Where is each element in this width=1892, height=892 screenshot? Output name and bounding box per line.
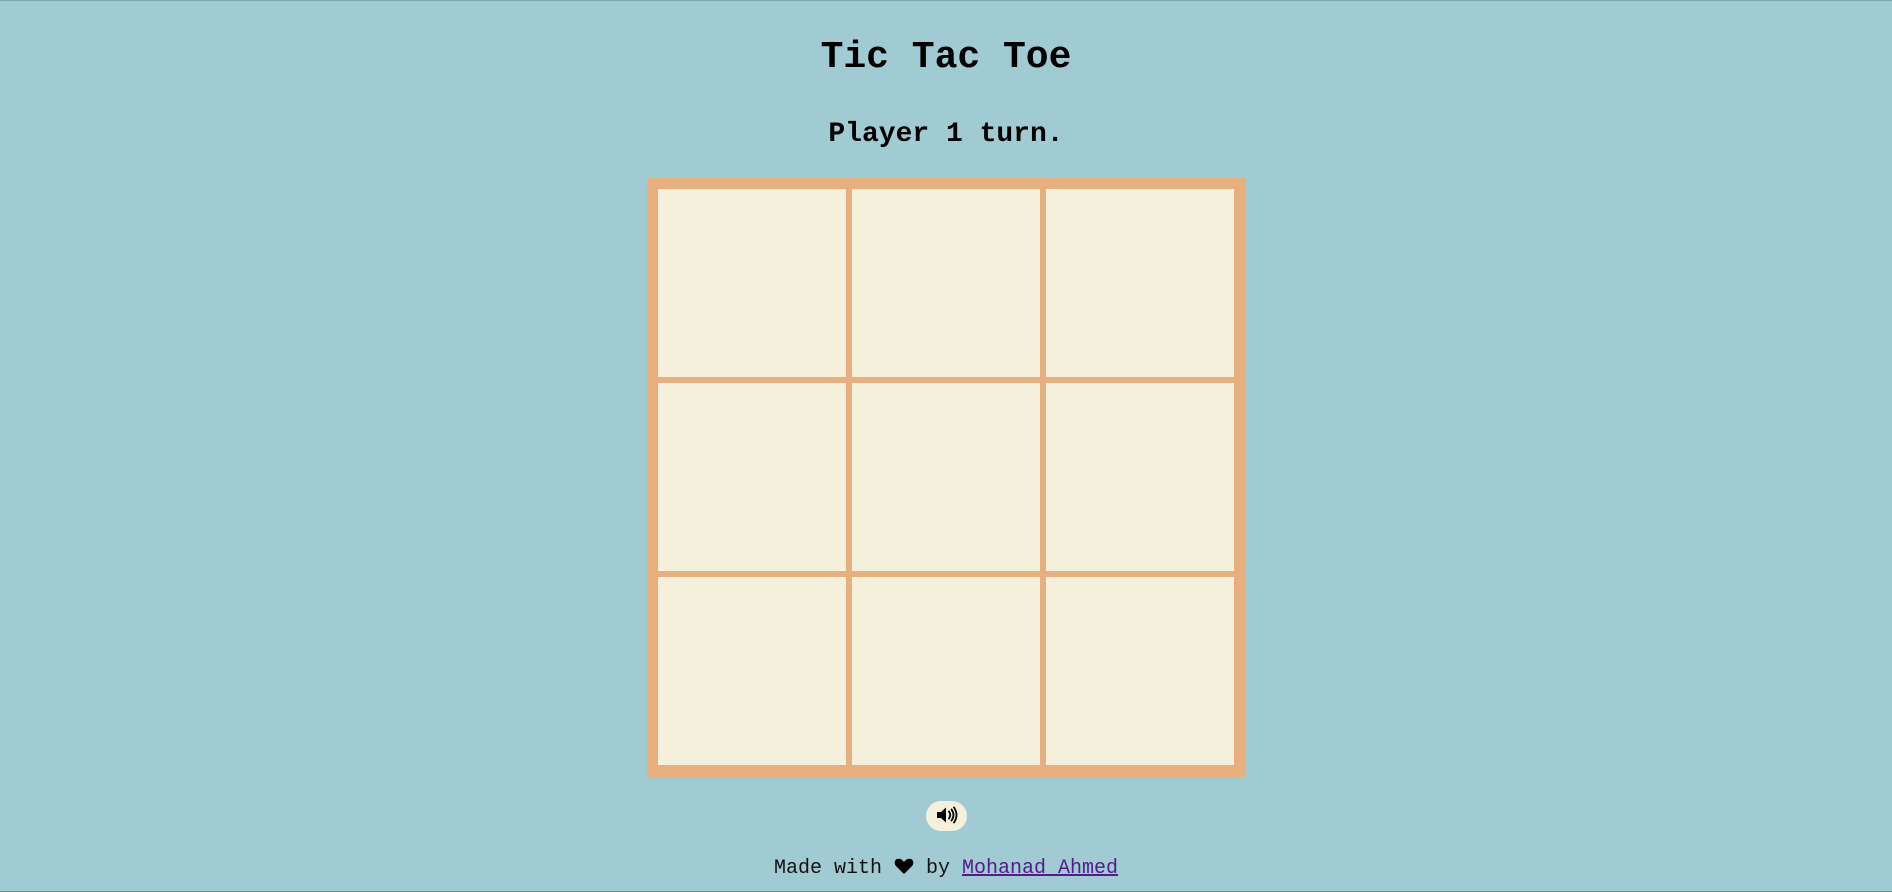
turn-status: Player 1 turn. bbox=[828, 119, 1064, 150]
board-cell-9[interactable] bbox=[1046, 577, 1234, 765]
game-board bbox=[647, 178, 1246, 777]
heart-icon bbox=[894, 858, 914, 884]
footer-made-with: Made with bbox=[773, 857, 882, 880]
sound-toggle-button[interactable] bbox=[926, 801, 967, 831]
board-cell-3[interactable] bbox=[1046, 189, 1234, 377]
page-title: Tic Tac Toe bbox=[820, 36, 1072, 79]
footer: Made with by Mohanad Ahmed bbox=[0, 856, 1892, 884]
board-cell-8[interactable] bbox=[852, 577, 1040, 765]
board-cell-1[interactable] bbox=[658, 189, 846, 377]
top-border bbox=[0, 0, 1892, 1]
board-cell-5[interactable] bbox=[852, 383, 1040, 571]
footer-by: by bbox=[926, 857, 951, 880]
board-cell-2[interactable] bbox=[852, 189, 1040, 377]
speaker-volume-icon bbox=[936, 806, 958, 827]
board-cell-6[interactable] bbox=[1046, 383, 1234, 571]
board-cell-4[interactable] bbox=[658, 383, 846, 571]
board-cell-7[interactable] bbox=[658, 577, 846, 765]
author-link[interactable]: Mohanad Ahmed bbox=[962, 857, 1118, 880]
